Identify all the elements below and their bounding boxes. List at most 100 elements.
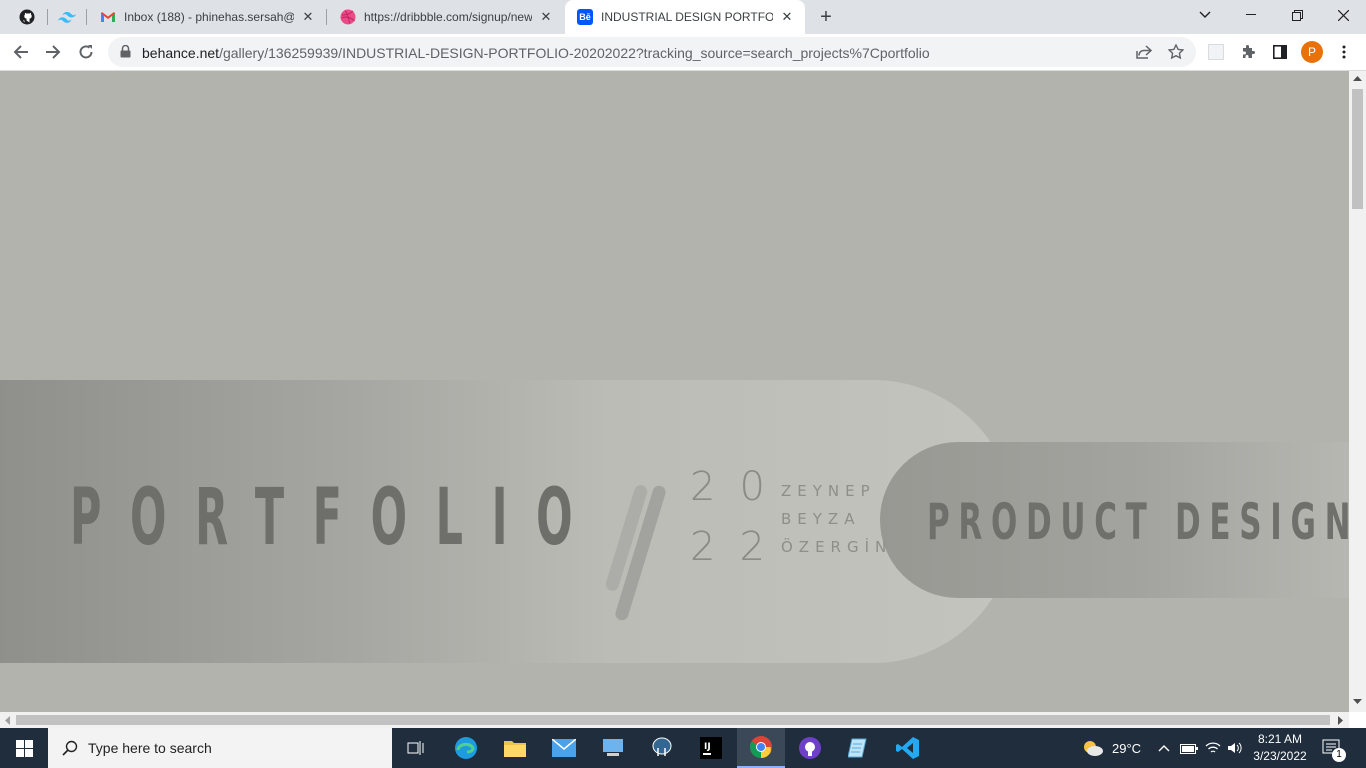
clock-date: 3/23/2022 (1253, 749, 1307, 763)
extension-placeholder-icon (1208, 44, 1224, 60)
new-tab-button[interactable]: + (814, 5, 838, 29)
browser-toolbar: behance.net/gallery/136259939/INDUSTRIAL… (0, 34, 1366, 71)
intellij-app[interactable]: IJ (687, 728, 735, 768)
close-icon[interactable]: ✕ (538, 9, 554, 25)
file-explorer-app[interactable] (491, 728, 539, 768)
page-content: PORTFOLIO 20 22 ZEYNEP BEYZA ÖZERGİN PRO… (0, 71, 1349, 712)
reload-icon (79, 45, 93, 59)
scroll-right-icon[interactable] (1338, 716, 1344, 725)
battery-icon (1180, 744, 1198, 754)
pinned-tab-tailwind[interactable] (48, 0, 86, 34)
weather-temp: 29°C (1112, 740, 1142, 756)
github-desktop-icon (799, 737, 821, 759)
scroll-up-icon[interactable] (1353, 75, 1362, 81)
share-icon (1136, 45, 1152, 59)
designer-first-name: ZEYNEP (781, 482, 876, 500)
year-top: 20 (690, 464, 789, 510)
restore-icon (1291, 9, 1303, 21)
edge-app[interactable] (442, 728, 490, 768)
vscode-icon (896, 737, 919, 759)
close-icon[interactable]: ✕ (300, 9, 316, 25)
mail-app[interactable] (540, 728, 588, 768)
menu-button[interactable] (1330, 37, 1358, 67)
behance-icon: Bē (577, 9, 593, 25)
network-button[interactable] (1205, 728, 1221, 768)
github-icon (19, 9, 35, 25)
close-icon[interactable]: ✕ (779, 9, 795, 25)
mail-icon (552, 739, 576, 757)
star-icon (1168, 44, 1184, 60)
profile-avatar[interactable]: P (1301, 41, 1323, 63)
vertical-scrollbar[interactable] (1349, 71, 1366, 712)
weather-widget[interactable]: 29°C (1082, 728, 1141, 768)
forward-button[interactable] (38, 37, 68, 67)
tab-search-button[interactable] (1182, 0, 1228, 30)
scrollbar-thumb[interactable] (16, 715, 1330, 725)
minimize-button[interactable] (1228, 0, 1274, 30)
taskbar-clock[interactable]: 8:21 AM 3/23/2022 (1244, 731, 1316, 765)
product-design-heading: PRODUCT DESIGN (927, 493, 1349, 551)
tab-title: Inbox (188) - phinehas.sersah@a (124, 10, 294, 24)
scrollbar-thumb[interactable] (1352, 89, 1363, 209)
windows-taskbar: Type here to search IJ 29°C 8:21 AM 3/23… (0, 728, 1366, 768)
pgadmin-app[interactable] (638, 728, 686, 768)
minimize-icon (1246, 14, 1256, 15)
arrow-left-icon (13, 45, 28, 59)
notepad-app[interactable] (835, 728, 883, 768)
avatar-initial: P (1307, 45, 1316, 59)
computer-icon (603, 739, 623, 756)
windows-icon (15, 739, 33, 757)
close-icon (1337, 9, 1349, 21)
puzzle-icon (1243, 45, 1255, 58)
pinned-tab-github[interactable] (8, 0, 46, 34)
notification-center-button[interactable]: 1 (1322, 728, 1346, 768)
tab-behance[interactable]: Bē INDUSTRIAL DESIGN PORTFOLIO ✕ (565, 0, 805, 34)
bookmark-button[interactable] (1162, 37, 1190, 67)
svg-text:IJ: IJ (704, 742, 711, 752)
tab-strip: Inbox (188) - phinehas.sersah@a ✕ https:… (0, 0, 1366, 34)
clock-time: 8:21 AM (1257, 732, 1303, 746)
lock-icon[interactable] (120, 45, 131, 58)
postgres-icon (652, 737, 672, 756)
portfolio-heading: PORTFOLIO (70, 473, 602, 563)
tab-dribbble[interactable]: https://dribbble.com/signup/new ✕ (328, 0, 564, 34)
reload-button[interactable] (71, 37, 101, 67)
more-vert-icon (1342, 45, 1346, 59)
dribbble-icon (340, 9, 356, 25)
tab-title: INDUSTRIAL DESIGN PORTFOLIO (601, 10, 773, 24)
horizontal-scrollbar[interactable] (0, 712, 1349, 728)
tailwind-icon (58, 12, 76, 23)
url-text: behance.net/gallery/136259939/INDUSTRIAL… (142, 45, 930, 61)
back-button[interactable] (6, 37, 36, 67)
scroll-down-icon[interactable] (1353, 699, 1362, 705)
volume-button[interactable] (1227, 728, 1243, 768)
designer-last-name: ÖZERGİN (781, 538, 893, 556)
intellij-icon: IJ (700, 737, 722, 759)
github-desktop-app[interactable] (786, 728, 834, 768)
address-bar[interactable]: behance.net/gallery/136259939/INDUSTRIAL… (108, 37, 1196, 67)
chrome-app[interactable] (737, 728, 785, 768)
extensions-menu-button[interactable] (1234, 37, 1262, 67)
chevron-down-icon (1199, 11, 1211, 18)
side-panel-icon (1273, 45, 1287, 59)
show-hidden-icons-button[interactable] (1158, 728, 1170, 768)
year-bottom: 22 (690, 524, 789, 570)
share-button[interactable] (1130, 37, 1158, 67)
remote-desktop-app[interactable] (589, 728, 637, 768)
arrow-right-icon (46, 45, 61, 59)
task-view-icon (407, 741, 424, 755)
tab-gmail[interactable]: Inbox (188) - phinehas.sersah@a ✕ (88, 0, 326, 34)
side-panel-button[interactable] (1266, 37, 1294, 67)
close-window-button[interactable] (1320, 0, 1366, 30)
notification-badge: 1 (1332, 748, 1346, 762)
chevron-up-icon (1158, 745, 1170, 752)
scroll-left-icon[interactable] (4, 716, 10, 725)
start-button[interactable] (0, 728, 48, 768)
battery-button[interactable] (1180, 728, 1198, 768)
task-view-button[interactable] (392, 728, 440, 768)
taskbar-search-box[interactable]: Type here to search (48, 728, 392, 768)
vscode-app[interactable] (884, 728, 932, 768)
extension-button[interactable] (1202, 37, 1230, 67)
restore-button[interactable] (1274, 0, 1320, 30)
search-placeholder: Type here to search (88, 740, 212, 756)
